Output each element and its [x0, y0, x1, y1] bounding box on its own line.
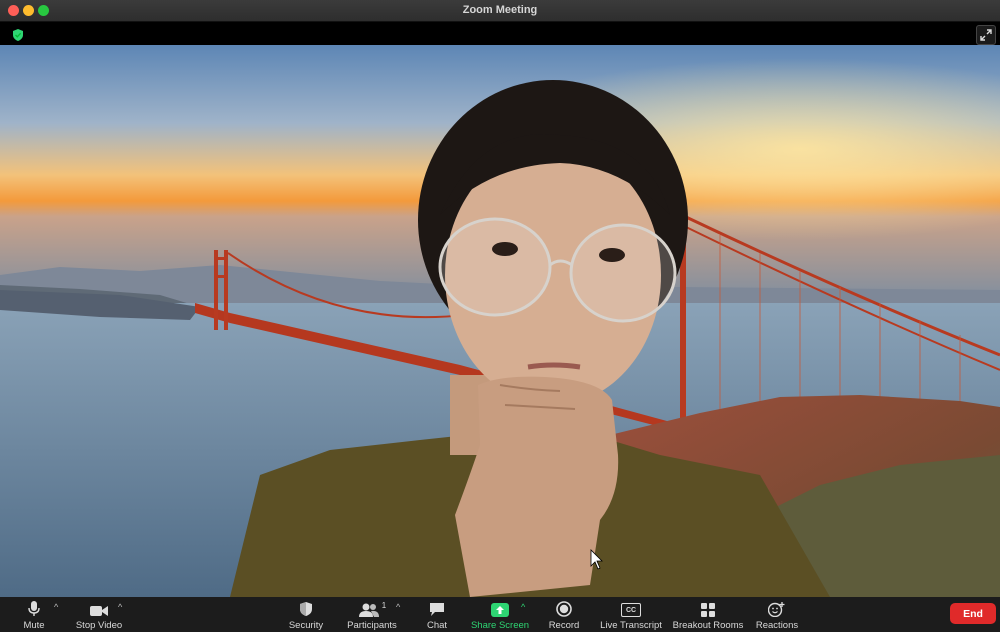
security-shield-icon	[300, 602, 312, 616]
meeting-info-strip	[0, 22, 1000, 45]
grid-icon	[701, 603, 715, 617]
emoji-icon	[768, 602, 785, 617]
live-transcript-label: Live Transcript	[600, 620, 662, 631]
reactions-button[interactable]: Reactions	[756, 597, 798, 632]
cc-icon: CC	[621, 603, 641, 617]
share-screen-label: Share Screen	[470, 620, 530, 631]
record-icon	[556, 601, 572, 617]
mute-label: Mute	[23, 620, 45, 631]
audio-options-caret[interactable]: ^	[54, 602, 58, 612]
reactions-label: Reactions	[755, 620, 799, 631]
microphone-icon	[28, 601, 40, 616]
glasses-right-lens	[569, 223, 677, 323]
participants-icon	[358, 603, 379, 617]
record-label: Record	[548, 620, 580, 631]
video-options-caret[interactable]: ^	[118, 602, 122, 612]
video-feed	[0, 45, 1000, 597]
security-label: Security	[288, 620, 324, 631]
security-button[interactable]: Security	[286, 597, 326, 632]
chat-label: Chat	[426, 620, 448, 631]
breakout-rooms-label: Breakout Rooms	[672, 620, 744, 631]
participant-count: 1	[381, 601, 387, 610]
share-options-caret[interactable]: ^	[521, 602, 525, 612]
meeting-toolbar: Mute ^ Stop Video ^ Security 1 Participa…	[0, 597, 1000, 632]
share-screen-button[interactable]: Share Screen	[470, 597, 530, 632]
video-camera-icon	[90, 606, 108, 616]
chat-bubble-icon	[430, 603, 444, 616]
mute-button[interactable]: Mute	[14, 597, 54, 632]
cc-badge: CC	[625, 606, 637, 614]
stop-video-label: Stop Video	[75, 620, 123, 631]
window-title: Zoom Meeting	[462, 4, 538, 16]
participants-button[interactable]: 1 Participants	[346, 597, 398, 632]
end-meeting-button[interactable]: End	[950, 603, 996, 624]
glasses-left-lens	[438, 217, 552, 317]
record-button[interactable]: Record	[546, 597, 582, 632]
share-arrow-icon	[491, 603, 509, 617]
bridge-tower-left	[214, 250, 218, 330]
stop-video-button[interactable]: Stop Video	[74, 597, 124, 632]
participants-label: Participants	[347, 620, 397, 631]
chat-button[interactable]: Chat	[420, 597, 454, 632]
title-bar: Zoom Meeting	[0, 0, 1000, 22]
expand-icon[interactable]	[976, 25, 996, 45]
shield-check-icon[interactable]	[11, 28, 25, 42]
live-transcript-button[interactable]: CC Live Transcript	[600, 597, 662, 632]
participants-options-caret[interactable]: ^	[396, 602, 400, 612]
breakout-rooms-button[interactable]: Breakout Rooms	[672, 597, 744, 632]
